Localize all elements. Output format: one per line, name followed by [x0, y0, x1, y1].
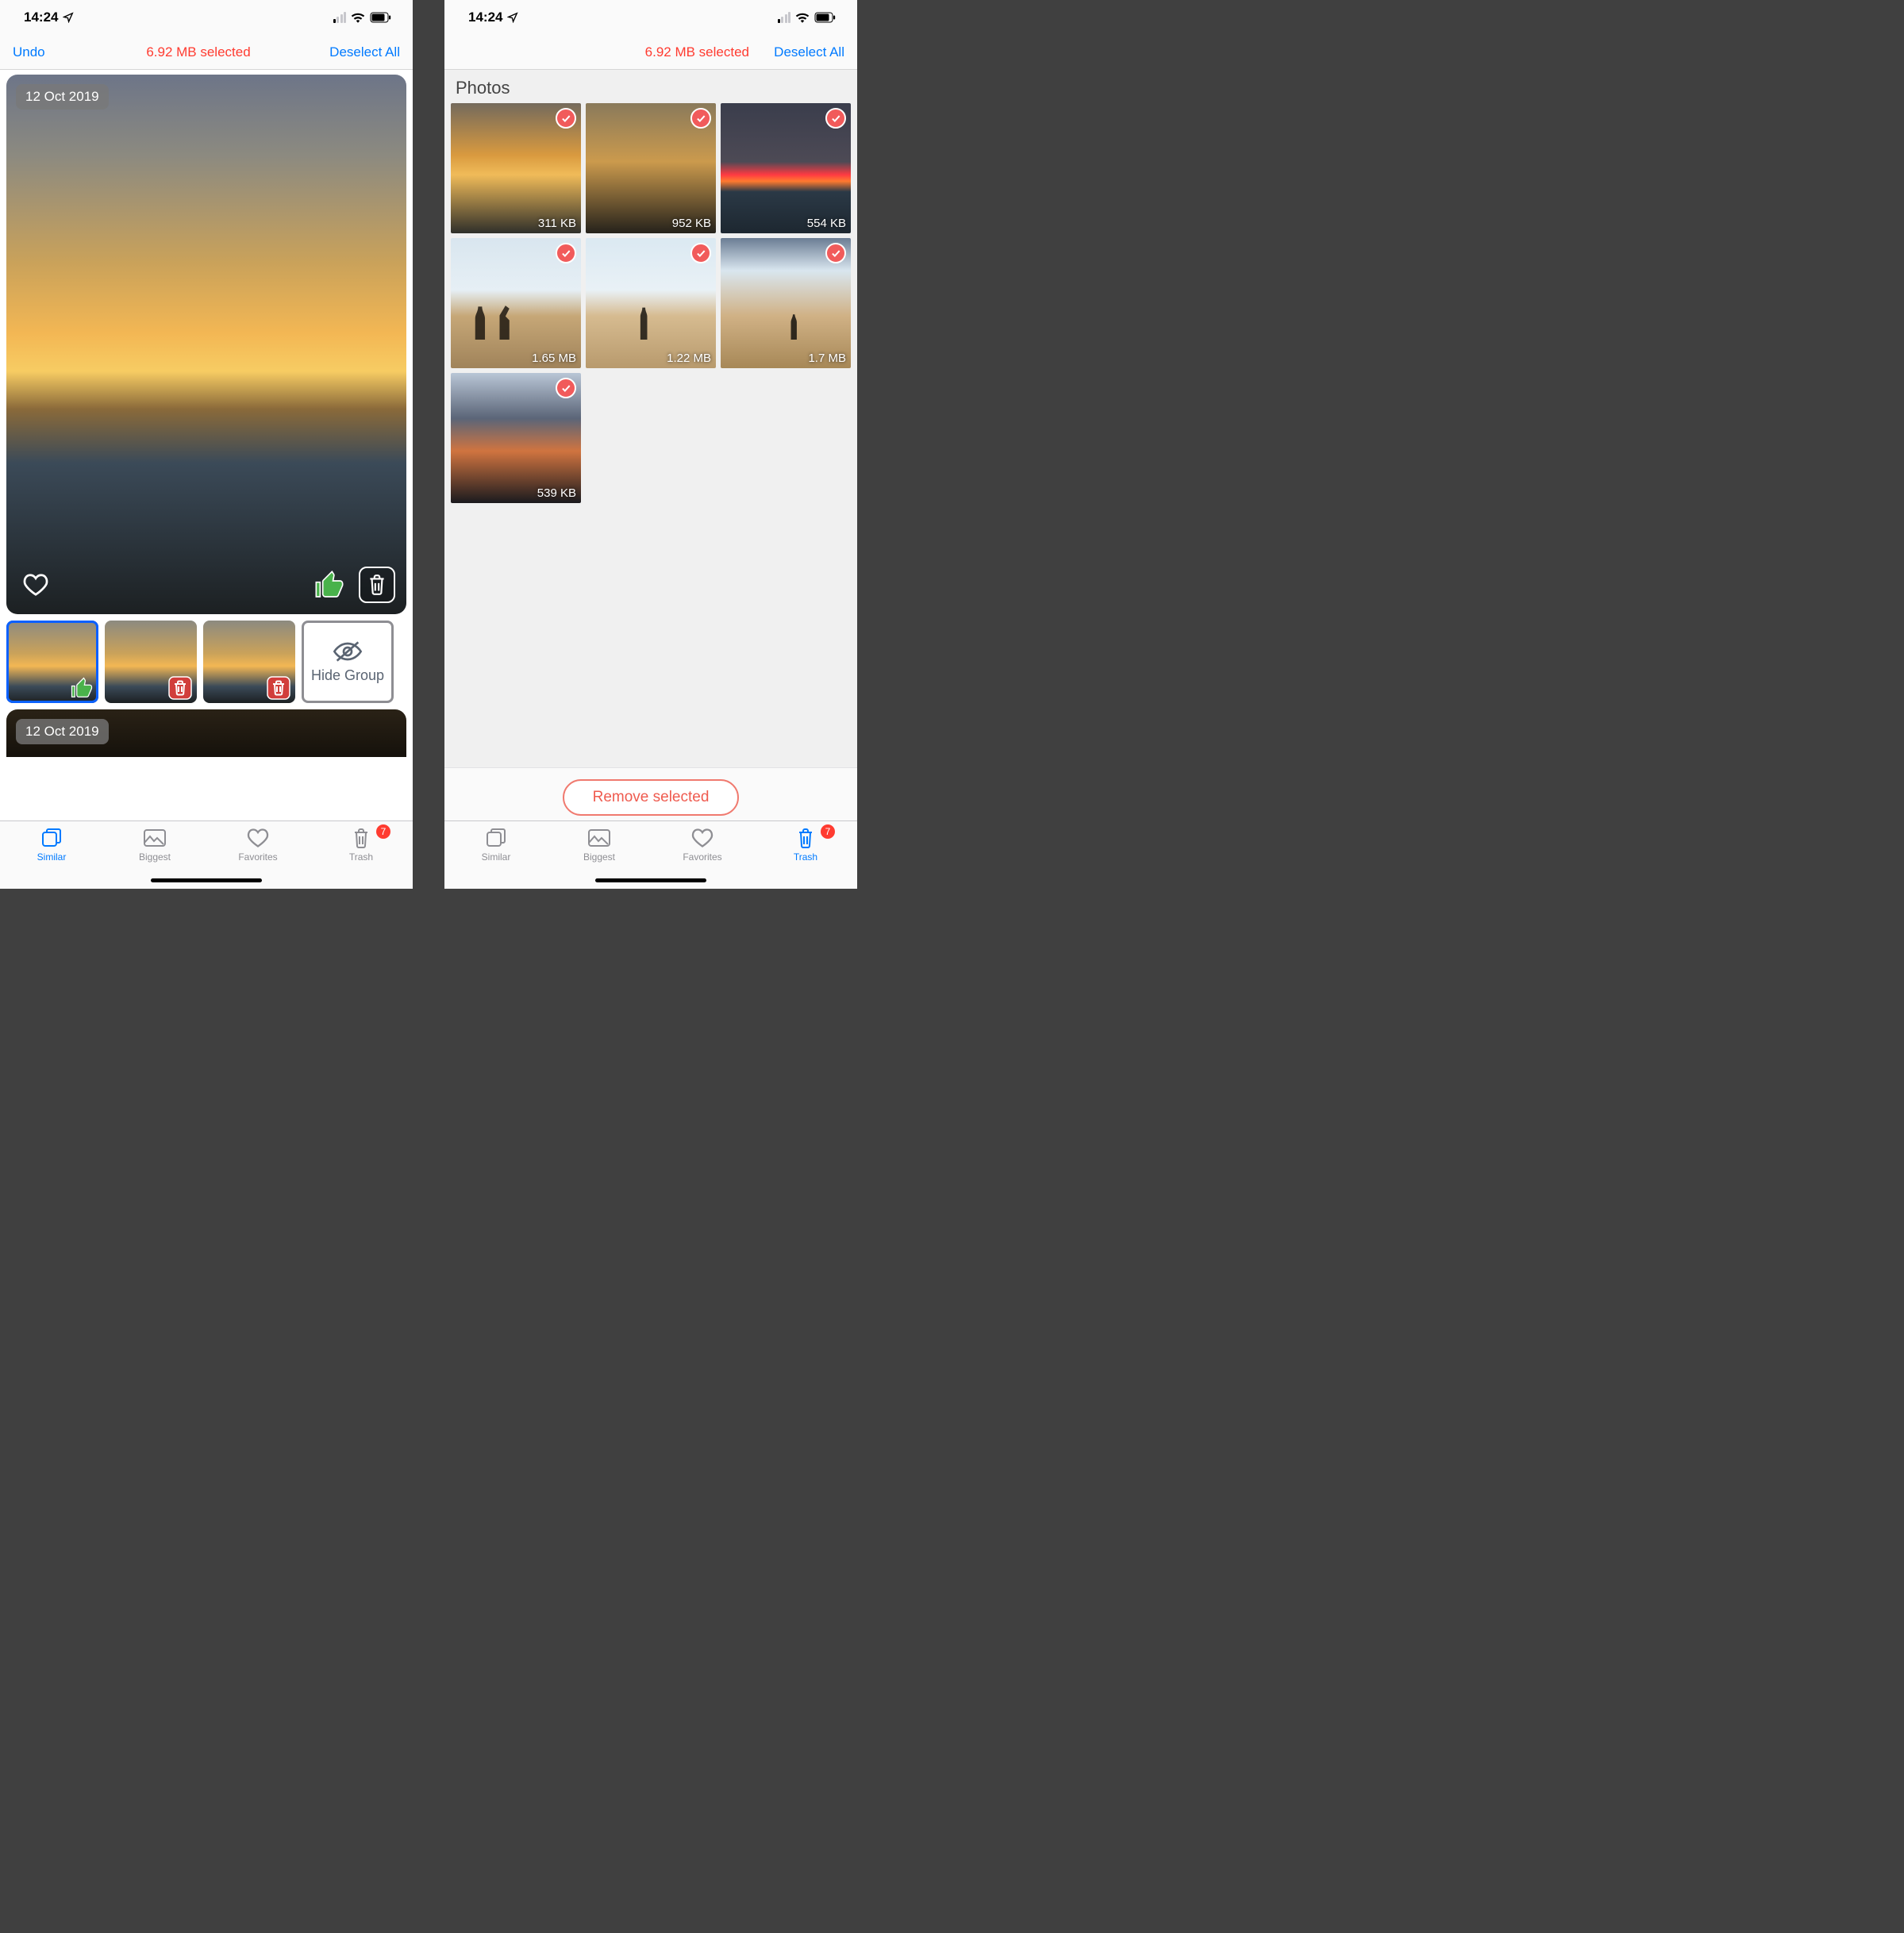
main-photo[interactable]: 12 Oct 2019	[6, 75, 406, 614]
cellular-icon	[333, 12, 347, 23]
tab-trash[interactable]: Trash 7	[310, 826, 413, 889]
tab-similar[interactable]: Similar	[444, 826, 548, 889]
deselect-button[interactable]: Deselect All	[757, 44, 844, 60]
wifi-icon	[795, 12, 810, 23]
thumb-trash-icon	[267, 676, 290, 700]
thumb-1[interactable]	[6, 621, 98, 703]
status-bar: 14:24	[0, 0, 413, 35]
selection-size: 6.92 MB selected	[529, 44, 757, 60]
thumb-2[interactable]	[105, 621, 197, 703]
favorites-icon	[247, 828, 269, 848]
hide-group-button[interactable]: Hide Group	[302, 621, 394, 703]
check-icon	[690, 108, 711, 129]
tab-label: Favorites	[651, 851, 754, 863]
eye-slash-icon	[332, 640, 363, 663]
thumb-keep-icon	[70, 676, 94, 700]
tab-label: Similar	[0, 851, 103, 863]
home-indicator[interactable]	[151, 878, 262, 882]
thumbnail-strip: Hide Group	[0, 614, 413, 709]
file-size: 311 KB	[538, 217, 576, 230]
check-icon	[690, 243, 711, 263]
file-size: 1.65 MB	[532, 352, 576, 365]
deselect-button[interactable]: Deselect All	[313, 44, 400, 60]
trash-button[interactable]	[359, 567, 395, 603]
nav-header: 6.92 MB selected Deselect All	[444, 35, 857, 70]
file-size: 539 KB	[537, 486, 576, 500]
check-icon	[556, 108, 576, 129]
file-size: 554 KB	[807, 217, 846, 230]
phone-trash-screen: 14:24 6.92 MB selected Deselect All Phot…	[444, 0, 857, 889]
trash-badge: 7	[821, 824, 835, 839]
next-group-photo[interactable]: 12 Oct 2019	[6, 709, 406, 757]
grid-cell[interactable]: 554 KB	[721, 103, 851, 233]
trash-icon	[352, 827, 371, 849]
trash-icon	[796, 827, 815, 849]
file-size: 952 KB	[672, 217, 711, 230]
grid-cell[interactable]: 1.65 MB	[451, 238, 581, 368]
battery-icon	[370, 12, 392, 23]
status-time: 14:24	[24, 10, 58, 25]
date-chip: 12 Oct 2019	[16, 84, 109, 110]
file-size: 1.22 MB	[667, 352, 711, 365]
keep-button[interactable]	[311, 567, 348, 603]
tab-label: Favorites	[206, 851, 310, 863]
status-bar: 14:24	[444, 0, 857, 35]
home-indicator[interactable]	[595, 878, 706, 882]
check-icon	[556, 378, 576, 398]
tab-similar[interactable]: Similar	[0, 826, 103, 889]
cellular-icon	[778, 12, 791, 23]
trash-badge: 7	[376, 824, 390, 839]
thumb-3[interactable]	[203, 621, 295, 703]
tab-label: Biggest	[548, 851, 651, 863]
grid-cell[interactable]: 952 KB	[586, 103, 716, 233]
location-icon	[507, 12, 518, 23]
nav-header: Undo 6.92 MB selected Deselect All	[0, 35, 413, 70]
grid-cell[interactable]: 311 KB	[451, 103, 581, 233]
date-chip: 12 Oct 2019	[16, 719, 109, 744]
remove-bar: Remove selected	[444, 767, 857, 820]
grid-cell[interactable]: 539 KB	[451, 373, 581, 503]
tab-label: Similar	[444, 851, 548, 863]
thumb-trash-icon	[168, 676, 192, 700]
check-icon	[556, 243, 576, 263]
grid-cell[interactable]: 1.7 MB	[721, 238, 851, 368]
battery-icon	[814, 12, 837, 23]
status-time: 14:24	[468, 10, 502, 25]
grid-cell[interactable]: 1.22 MB	[586, 238, 716, 368]
phone-similar-screen: 14:24 Undo 6.92 MB selected Deselect All…	[0, 0, 413, 889]
tab-trash[interactable]: Trash 7	[754, 826, 857, 889]
tab-label: Biggest	[103, 851, 206, 863]
wifi-icon	[351, 12, 365, 23]
trash-scroll[interactable]: Photos 311 KB 952 KB 554 KB 1.65 MB	[444, 70, 857, 767]
favorite-button[interactable]	[17, 567, 54, 603]
biggest-icon	[143, 828, 167, 847]
tab-label: Trash	[310, 851, 413, 863]
undo-button[interactable]: Undo	[13, 44, 84, 60]
trash-grid: 311 KB 952 KB 554 KB 1.65 MB 1.22 MB	[444, 103, 857, 503]
location-icon	[63, 12, 74, 23]
selection-size: 6.92 MB selected	[84, 44, 313, 60]
favorites-icon	[691, 828, 714, 848]
hide-group-label: Hide Group	[311, 667, 384, 684]
remove-selected-button[interactable]: Remove selected	[563, 779, 740, 816]
similar-scroll[interactable]: 12 Oct 2019	[0, 70, 413, 820]
similar-icon	[40, 827, 63, 849]
tab-label: Trash	[754, 851, 857, 863]
biggest-icon	[587, 828, 611, 847]
similar-icon	[485, 827, 507, 849]
check-icon	[825, 243, 846, 263]
check-icon	[825, 108, 846, 129]
file-size: 1.7 MB	[808, 352, 846, 365]
section-header: Photos	[444, 70, 857, 103]
